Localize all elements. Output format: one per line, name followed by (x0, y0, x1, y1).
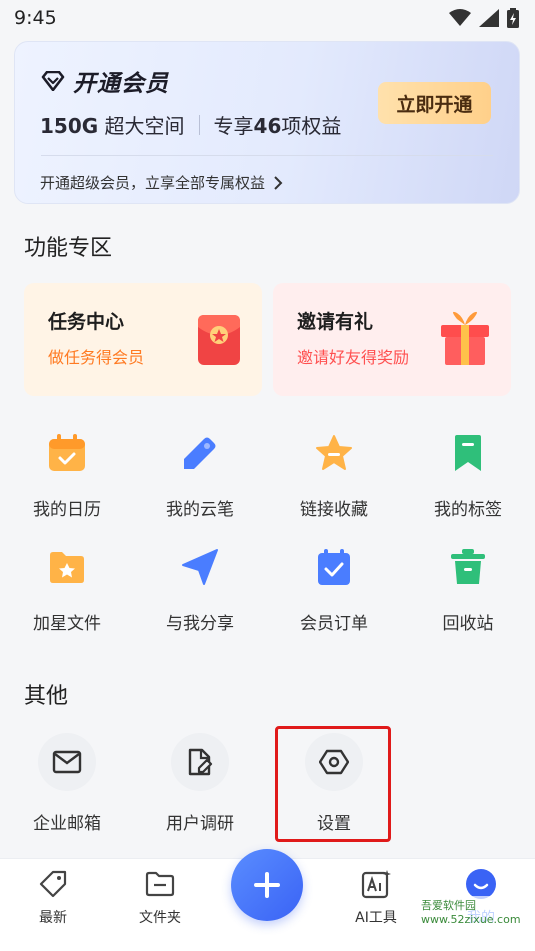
vip-title-row: 开通会员 (41, 64, 169, 98)
enterprise-mail-item[interactable]: 企业邮箱 (7, 733, 127, 834)
status-icons (449, 8, 519, 28)
recycle-bin-item[interactable]: 回收站 (408, 545, 528, 634)
watermark: 吾爱软件园 www.52zixue.com (418, 896, 535, 927)
invite-reward-subtitle: 邀请好友得奖励 (297, 348, 410, 367)
task-center-title: 任务中心 (48, 311, 125, 333)
status-time: 9:45 (14, 7, 57, 29)
invite-reward-card[interactable]: 邀请有礼 邀请好友得奖励 (273, 283, 511, 396)
vip-divider (41, 155, 493, 156)
tag-icon (36, 867, 70, 901)
grid-label: 回收站 (442, 614, 494, 634)
nav-label: AI工具 (355, 910, 397, 926)
calendar-icon (45, 431, 89, 475)
mail-icon (38, 733, 96, 791)
open-vip-button[interactable]: 立即开通 (378, 82, 491, 124)
bookmark-icon (446, 431, 490, 475)
nav-tab-folder[interactable]: 文件夹 (115, 867, 205, 927)
trash-icon (446, 545, 490, 589)
link-favorites-item[interactable]: 链接收藏 (274, 431, 394, 520)
task-center-subtitle: 做任务得会员 (48, 348, 145, 367)
battery-icon (507, 8, 519, 28)
my-cloud-pen-item[interactable]: 我的云笔 (140, 431, 260, 520)
my-tags-item[interactable]: 我的标签 (408, 431, 528, 520)
nav-tab-ai-tools[interactable]: AI工具 (331, 867, 421, 927)
grid-label: 我的标签 (434, 500, 502, 520)
task-center-card[interactable]: 任务中心 做任务得会员 (24, 283, 262, 396)
diamond-icon (41, 71, 65, 91)
nav-tab-latest[interactable]: 最新 (8, 867, 98, 927)
invite-reward-title: 邀请有礼 (297, 311, 374, 333)
user-survey-item[interactable]: 用户调研 (140, 733, 260, 834)
share-icon (178, 545, 222, 589)
vip-title: 开通会员 (73, 71, 169, 97)
features-section-title: 功能专区 (24, 236, 113, 261)
vip-benefits-link[interactable]: 开通超级会员，立享全部专属权益 (40, 172, 283, 193)
pen-icon (178, 431, 222, 475)
gift-box-icon (441, 311, 489, 365)
vip-feature-storage: 150G 超大空间 (40, 114, 185, 138)
vip-orders-item[interactable]: 会员订单 (274, 545, 394, 634)
grid-label: 加星文件 (33, 614, 101, 634)
star-icon (312, 431, 356, 475)
nav-label: 最新 (39, 910, 67, 926)
survey-icon (171, 733, 229, 791)
other-label: 用户调研 (166, 814, 234, 834)
star-folder-icon (45, 545, 89, 589)
vip-feature-separator (198, 114, 200, 135)
grid-label: 我的云笔 (166, 500, 234, 520)
red-envelope-icon (198, 315, 240, 365)
my-calendar-item[interactable]: 我的日历 (7, 431, 127, 520)
chevron-right-icon (274, 175, 283, 190)
vip-features: 150G 超大空间 专享46项权益 (40, 110, 341, 139)
vip-banner[interactable]: 开通会员 150G 超大空间 专享46项权益 立即开通 开通超级会员，立享全部专… (14, 41, 520, 204)
settings-highlight-box (275, 726, 391, 842)
others-section-title: 其他 (24, 684, 69, 709)
status-bar: 9:45 (0, 0, 535, 36)
starred-files-item[interactable]: 加星文件 (7, 545, 127, 634)
nav-label: 文件夹 (139, 910, 181, 926)
vip-feature-benefits: 专享46项权益 (213, 114, 342, 138)
other-label: 企业邮箱 (33, 814, 101, 834)
shared-with-me-item[interactable]: 与我分享 (140, 545, 260, 634)
grid-label: 链接收藏 (300, 500, 368, 520)
grid-label: 与我分享 (166, 614, 234, 634)
grid-label: 我的日历 (33, 500, 101, 520)
grid-label: 会员订单 (300, 614, 368, 634)
folder-icon (143, 867, 177, 901)
plus-icon (254, 872, 280, 898)
vip-link-text: 开通超级会员，立享全部专属权益 (40, 174, 266, 192)
ai-icon (359, 867, 393, 901)
wifi-icon (449, 9, 471, 26)
signal-icon (479, 9, 499, 27)
add-button[interactable] (231, 849, 303, 921)
order-icon (312, 545, 356, 589)
